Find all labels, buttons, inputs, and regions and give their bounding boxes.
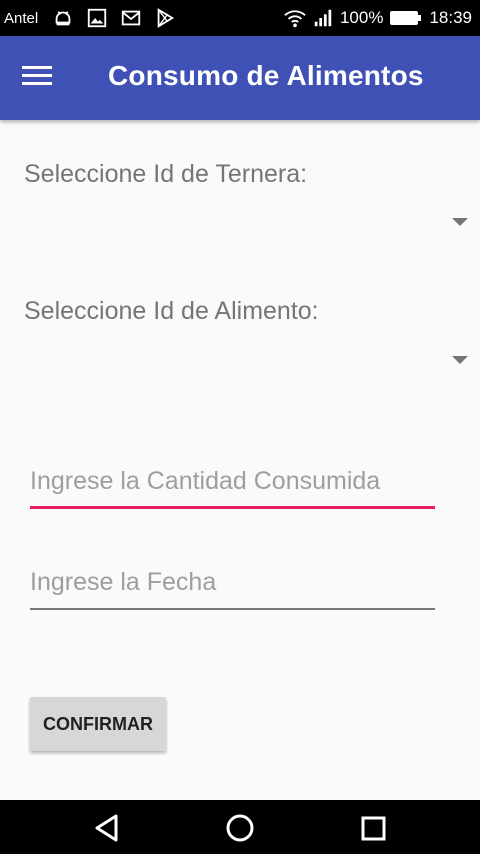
status-left: Antel [4,0,176,36]
wifi-icon [284,7,306,29]
image-icon [86,7,108,29]
status-bar: Antel 100% 18:39 [0,0,480,36]
app-title: Consumo de Alimentos [108,60,424,91]
status-right: 100% 18:39 [284,0,472,36]
cantidad-underline [30,506,435,509]
fecha-input[interactable] [30,562,435,602]
back-icon[interactable] [89,810,125,846]
dropdown-arrow-icon [452,218,468,226]
fecha-field [30,562,435,610]
navigation-bar [0,800,480,854]
clock: 18:39 [429,8,472,27]
menu-icon[interactable] [22,62,56,94]
ternera-label: Seleccione Id de Ternera: [24,160,308,188]
dropdown-arrow-icon [452,356,468,364]
battery-percent: 100% [339,8,384,27]
recents-icon[interactable] [355,810,391,846]
carrier-name: Antel [4,9,39,27]
android-icon [52,7,74,29]
alimento-spinner[interactable] [24,340,476,380]
fecha-underline [30,608,435,610]
cantidad-field [30,461,435,509]
cantidad-input[interactable] [30,461,435,501]
ternera-spinner[interactable] [24,202,476,242]
home-icon[interactable] [222,810,258,846]
alimento-label: Seleccione Id de Alimento: [24,297,319,325]
battery-icon [389,7,423,29]
play-store-icon [154,7,176,29]
signal-icon [312,7,334,29]
mail-icon [120,7,142,29]
confirm-button[interactable]: CONFIRMAR [30,697,166,751]
app-bar: Consumo de Alimentos [0,36,480,120]
